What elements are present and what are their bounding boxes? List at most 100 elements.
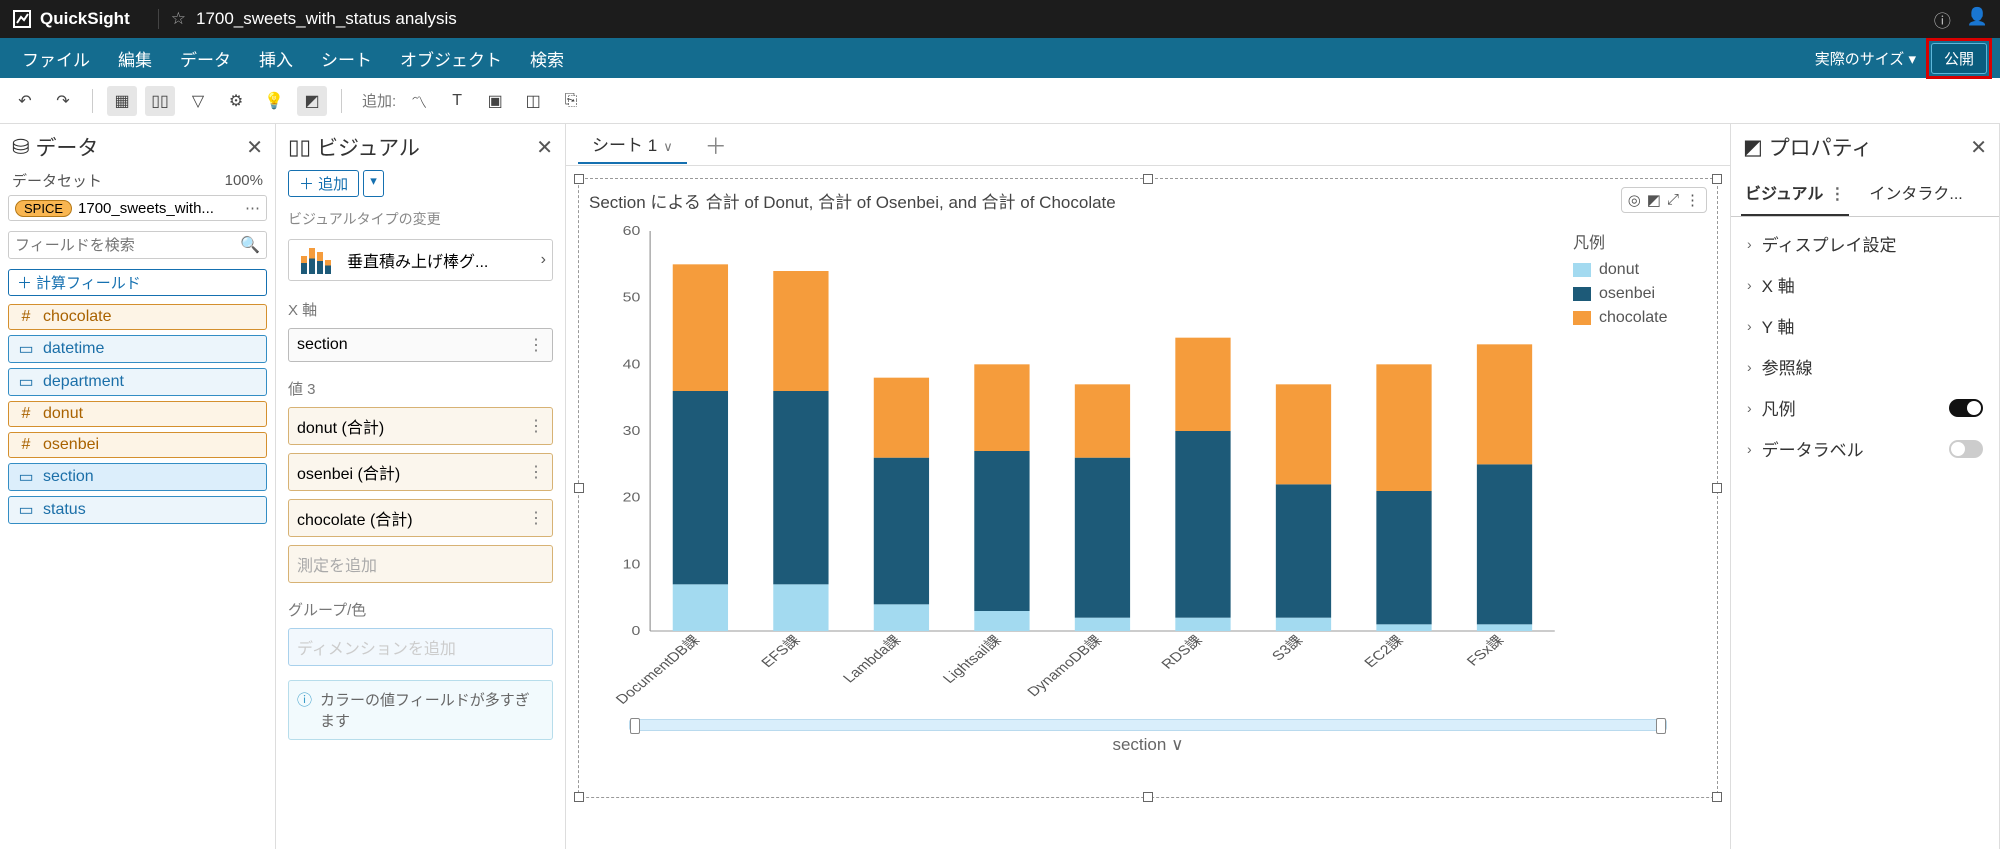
resize-handle[interactable]: [1712, 792, 1722, 802]
kebab-icon[interactable]: ⋮: [1829, 186, 1845, 203]
value-well-2[interactable]: chocolate (合計)⋮: [288, 499, 553, 537]
add-image-icon[interactable]: ▣: [480, 86, 510, 116]
filter-visual-icon[interactable]: ◎: [1628, 191, 1641, 209]
close-icon[interactable]: ✕: [1970, 135, 1987, 160]
menu-insert[interactable]: 挿入: [245, 46, 307, 71]
sheet-tabbar: シート 1∨ ＋: [566, 124, 1730, 166]
redo-icon[interactable]: ↷: [48, 86, 78, 116]
prop-tab-interact[interactable]: インタラク...: [1865, 170, 1966, 216]
prop-row[interactable]: ›参照線: [1731, 346, 1999, 387]
calc-field-button[interactable]: ＋ 計算フィールド: [8, 269, 267, 296]
number-icon: #: [17, 308, 35, 326]
menu-sheet[interactable]: シート: [307, 46, 386, 71]
visual-frame[interactable]: Section による 合計 of Donut, 合計 of Osenbei, …: [578, 178, 1718, 798]
svg-text:RDS課: RDS課: [1158, 632, 1206, 672]
legend-item-osenbei[interactable]: osenbei: [1573, 285, 1701, 303]
forecast-icon[interactable]: ◩: [1647, 191, 1661, 209]
field-status[interactable]: ▭status: [8, 496, 267, 524]
info-too-many-colors: ⓘカラーの値フィールドが多すぎます: [288, 680, 553, 740]
property-pane-icon: ◩: [1743, 135, 1769, 160]
filter-icon[interactable]: ▽: [183, 86, 213, 116]
x-axis-well[interactable]: section⋮: [288, 328, 553, 362]
undo-icon[interactable]: ↶: [10, 86, 40, 116]
resize-handle[interactable]: [574, 483, 584, 493]
search-input[interactable]: [15, 237, 240, 254]
dataset-name: 1700_sweets_with...: [78, 200, 214, 217]
insight-icon[interactable]: 💡: [259, 86, 289, 116]
toggle[interactable]: [1949, 399, 1983, 417]
dataset-select[interactable]: SPICE 1700_sweets_with... ⋯: [8, 195, 267, 221]
visual-panel-icon[interactable]: ▯▯: [145, 86, 175, 116]
menu-file[interactable]: ファイル: [8, 46, 104, 71]
add-embed-icon[interactable]: ⎘: [556, 86, 586, 116]
resize-handle[interactable]: [1143, 174, 1153, 184]
user-icon[interactable]: 👤: [1967, 7, 1988, 32]
value-well-placeholder[interactable]: 測定を追加: [288, 545, 553, 583]
prop-row[interactable]: ›X 軸: [1731, 264, 1999, 305]
resize-handle[interactable]: [1712, 174, 1722, 184]
add-sheet-button[interactable]: ＋: [697, 129, 735, 161]
svg-text:0: 0: [632, 624, 641, 638]
slider-handle[interactable]: [630, 718, 640, 734]
legend-swatch: [1573, 311, 1591, 325]
legend-item-donut[interactable]: donut: [1573, 261, 1701, 279]
resize-handle[interactable]: [574, 174, 584, 184]
add-control-icon[interactable]: ◫: [518, 86, 548, 116]
resize-handle[interactable]: [1712, 483, 1722, 493]
field-chocolate[interactable]: #chocolate: [8, 304, 267, 330]
prop-row[interactable]: ›データラベル: [1731, 428, 1999, 469]
prop-row[interactable]: ›Y 軸: [1731, 305, 1999, 346]
toggle[interactable]: [1949, 440, 1983, 458]
add-visual-dropdown[interactable]: ▾: [363, 170, 384, 197]
kebab-icon[interactable]: ⋮: [528, 416, 544, 436]
favorite-star-icon[interactable]: ☆: [171, 9, 186, 29]
field-department[interactable]: ▭department: [8, 368, 267, 396]
field-datetime[interactable]: ▭datetime: [8, 335, 267, 363]
sheet-tab[interactable]: シート 1∨: [578, 125, 687, 164]
slider-handle[interactable]: [1656, 718, 1666, 734]
expand-icon[interactable]: ⤢: [1667, 191, 1679, 209]
kebab-icon[interactable]: ⋮: [1685, 191, 1700, 209]
data-panel: ⛁ データ ✕ データセット 100% SPICE 1700_sweets_wi…: [0, 124, 276, 849]
svg-text:50: 50: [623, 291, 641, 305]
menu-data[interactable]: データ: [166, 46, 245, 71]
stacked-bar-chart[interactable]: 0102030405060DocumentDB課EFS課Lambda課Light…: [589, 221, 1567, 711]
prop-row[interactable]: ›ディスプレイ設定: [1731, 223, 1999, 264]
resize-handle[interactable]: [574, 792, 584, 802]
add-text-icon[interactable]: T: [442, 86, 472, 116]
resize-handle[interactable]: [1143, 792, 1153, 802]
range-slider[interactable]: [629, 719, 1667, 731]
menu-edit[interactable]: 編集: [104, 46, 166, 71]
field-osenbei[interactable]: #osenbei: [8, 432, 267, 458]
dimension-icon: ▭: [17, 372, 35, 392]
properties-icon[interactable]: ◩: [297, 86, 327, 116]
parameters-icon[interactable]: ⚙: [221, 86, 251, 116]
field-donut[interactable]: #donut: [8, 401, 267, 427]
prop-row[interactable]: ›凡例: [1731, 387, 1999, 428]
close-icon[interactable]: ✕: [246, 135, 263, 160]
menu-search[interactable]: 検索: [516, 46, 578, 71]
group-well-placeholder[interactable]: ディメンションを追加: [288, 628, 553, 666]
value-well-1[interactable]: osenbei (合計)⋮: [288, 453, 553, 491]
kebab-icon[interactable]: ⋮: [528, 335, 544, 355]
zoom-size[interactable]: 実際のサイズ ▾: [1815, 48, 1916, 69]
kebab-icon[interactable]: ⋮: [528, 462, 544, 482]
field-search[interactable]: 🔍: [8, 231, 267, 259]
legend-item-chocolate[interactable]: chocolate: [1573, 309, 1701, 327]
publish-button[interactable]: 公開: [1931, 43, 1987, 74]
visual-type-select[interactable]: 垂直積み上げ棒グ... ›: [288, 239, 553, 281]
menu-object[interactable]: オブジェクト: [386, 46, 516, 71]
kebab-icon[interactable]: ⋮: [528, 508, 544, 528]
data-panel-icon[interactable]: ▦: [107, 86, 137, 116]
chevron-right-icon: ›: [1747, 318, 1752, 334]
help-icon[interactable]: ⓘ: [1934, 7, 1951, 32]
svg-text:30: 30: [623, 424, 641, 438]
search-icon[interactable]: 🔍: [240, 235, 260, 255]
x-axis-caption[interactable]: section ∨: [589, 735, 1707, 755]
add-line-icon[interactable]: 〽: [404, 86, 434, 116]
value-well-0[interactable]: donut (合計)⋮: [288, 407, 553, 445]
close-icon[interactable]: ✕: [536, 135, 553, 160]
field-section[interactable]: ▭section: [8, 463, 267, 491]
prop-tab-visual[interactable]: ビジュアル⋮: [1741, 170, 1849, 216]
add-visual-button[interactable]: ＋ 追加: [288, 170, 359, 197]
